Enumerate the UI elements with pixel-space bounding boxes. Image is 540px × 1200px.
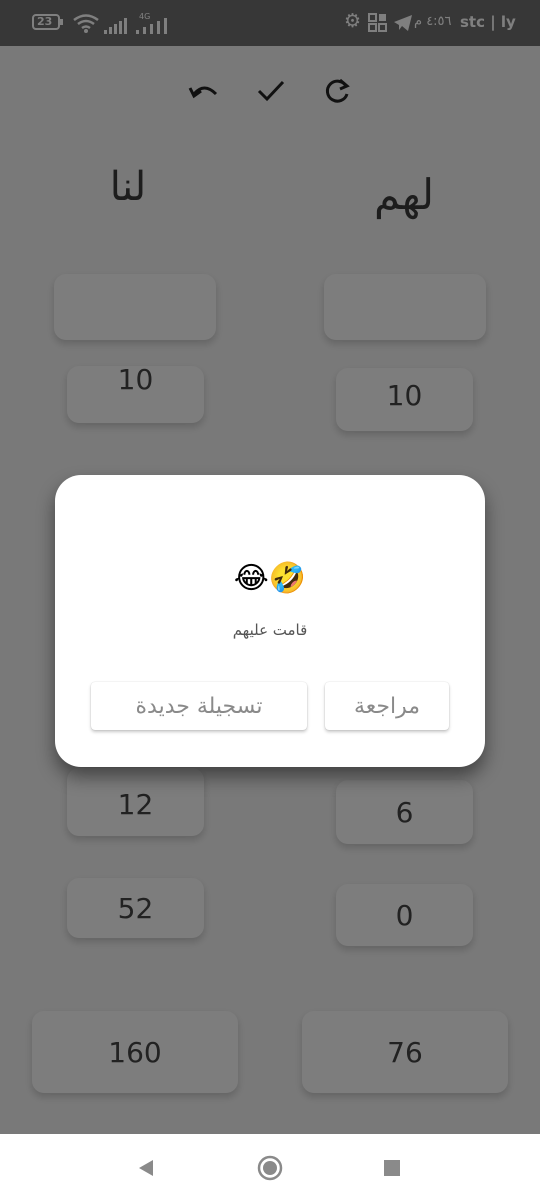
home-icon[interactable]: [256, 1154, 284, 1182]
system-nav-bar: [0, 1134, 540, 1200]
new-game-button[interactable]: تسجيلة جديدة: [91, 682, 307, 730]
dialog-emojis: 😂🤣: [233, 561, 307, 596]
result-dialog: 😂🤣 قامت عليهم تسجيلة جديدة مراجعة: [55, 475, 485, 767]
back-icon[interactable]: [136, 1158, 156, 1178]
recents-icon[interactable]: [384, 1160, 400, 1176]
review-button[interactable]: مراجعة: [325, 682, 449, 730]
dialog-message: قامت عليهم: [232, 621, 308, 639]
